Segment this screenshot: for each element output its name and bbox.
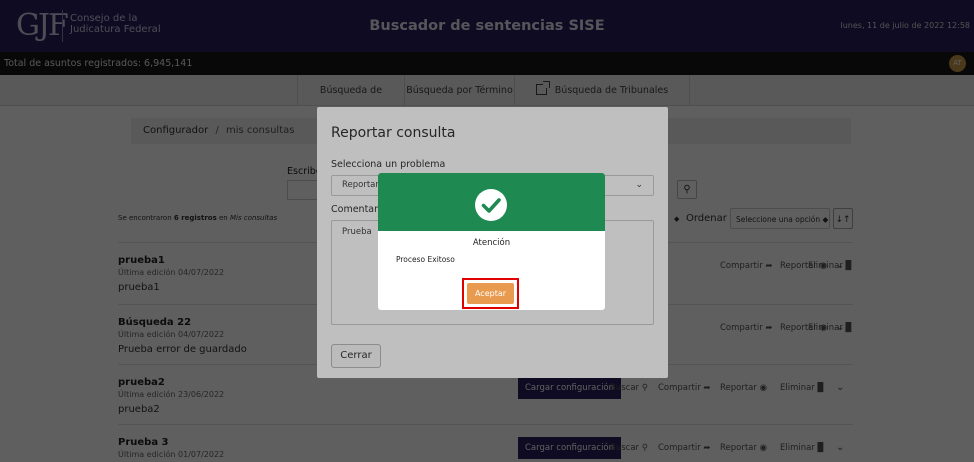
success-alert: Atención Proceso Exitoso Aceptar: [378, 173, 605, 310]
alert-message: Proceso Exitoso: [396, 255, 455, 264]
check-icon-svg: [481, 198, 501, 213]
check-circle-icon: [475, 189, 507, 221]
alert-header: [378, 173, 605, 231]
alert-title: Atención: [472, 238, 511, 248]
accept-button[interactable]: Aceptar: [467, 283, 514, 304]
